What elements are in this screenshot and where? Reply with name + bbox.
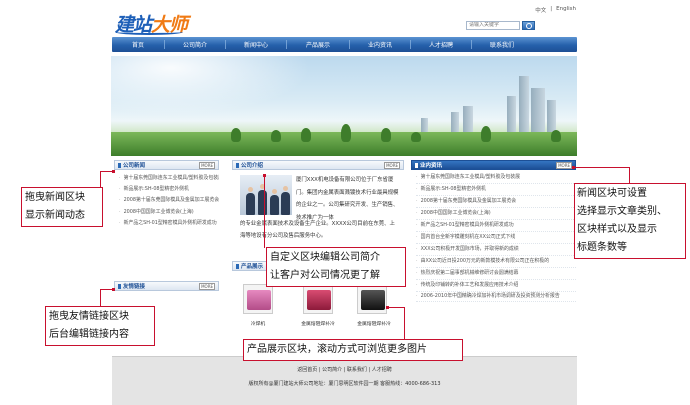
company-news-header: 公司新闻 MORE <box>114 160 219 170</box>
company-photo <box>240 175 292 215</box>
nav-item-contact[interactable]: 联系我们 <box>472 37 532 52</box>
friend-links-more-button[interactable]: MORE <box>199 282 215 290</box>
product-caption[interactable]: 金属熔阻焊补冷 <box>348 320 400 327</box>
product-image[interactable] <box>303 284 333 314</box>
nav-item-products[interactable]: 产品展示 <box>287 37 349 52</box>
search-box <box>466 20 576 30</box>
news-item[interactable]: 第十届东莞国际连东工业模具/塑料胶及包装展 <box>119 173 219 184</box>
company-news-more-button[interactable]: MORE <box>199 161 215 169</box>
industry-item[interactable]: 新产品之SH-01型精密模具外侧机研发成功 <box>416 220 576 232</box>
industry-news-list: 第十届东莞国际连东工业模具/塑料胶及包装展 新品展示:SH-08型精密外侧机 2… <box>411 170 576 302</box>
company-intro-panel: 公司介绍 MORE <box>232 160 404 170</box>
products-title: 产品展示 <box>236 262 263 270</box>
industry-item[interactable]: 由XX公司近日投200万元的新款模技术有限公司正在积极的 <box>416 256 576 268</box>
callout-leader <box>100 289 101 306</box>
company-intro-title: 公司介绍 <box>236 161 263 169</box>
main-nav: 首页 公司简介 新闻中心 产品展示 业内资讯 人才招聘 联系我们 <box>112 37 577 52</box>
industry-news-title: 业内资讯 <box>415 161 442 169</box>
nav-item-industry[interactable]: 业内资讯 <box>350 37 410 52</box>
callout-leader <box>629 167 630 183</box>
callout-anchor <box>112 170 115 173</box>
search-input[interactable] <box>466 20 520 30</box>
product-image[interactable] <box>357 284 387 314</box>
news-item[interactable]: 2008第十届东莞国际模具及金属加工展览会 <box>119 195 219 206</box>
product-caption[interactable]: 冷焊机 <box>240 320 276 327</box>
nav-item-jobs[interactable]: 人才招聘 <box>411 37 471 52</box>
industry-item[interactable]: 第十届东莞国际连东工业模具/塑料胶及包装展 <box>416 172 576 184</box>
callout-anchor <box>263 174 266 177</box>
nav-item-news[interactable]: 新闻中心 <box>226 37 286 52</box>
lang-separator: | <box>550 6 553 12</box>
callout-products: 产品展示区块，滚动方式可浏览更多图片 <box>243 339 463 361</box>
industry-item[interactable]: 2006-2010年中国精确冷焊加补机市场调研及投资预测分析报告 <box>416 292 576 302</box>
callout-anchor <box>386 306 389 309</box>
callout-anchor <box>572 166 575 169</box>
industry-news-panel: 业内资讯 MORE 第十届东莞国际连东工业模具/塑料胶及包装展 新品展示:SH-… <box>411 160 576 302</box>
callout-anchor <box>112 288 115 291</box>
callout-leader <box>264 176 265 248</box>
industry-news-header: 业内资讯 MORE <box>411 160 576 170</box>
search-button[interactable] <box>522 20 535 30</box>
friend-links-title: 友情链接 <box>118 282 145 290</box>
industry-news-more-button[interactable]: MORE <box>556 161 572 169</box>
nav-item-home[interactable]: 首页 <box>112 37 164 52</box>
callout-company-intro: 自定义区块编辑公司简介 让客户对公司情况更了解 <box>266 247 406 287</box>
industry-item[interactable]: 新品展示:SH-08型精密外侧机 <box>416 184 576 196</box>
industry-item[interactable]: 2008第十届东莞国际模具及金属加工展览会 <box>416 196 576 208</box>
company-intro-header: 公司介绍 MORE <box>232 160 404 170</box>
footer-links[interactable]: 返回首页 | 公司简介 | 联系我们 | 人才招聘 <box>112 366 577 373</box>
industry-item[interactable]: XXX公司积极开发国际市场，并取得新的成绩 <box>416 244 576 256</box>
product-image[interactable] <box>243 284 273 314</box>
nav-item-about[interactable]: 公司简介 <box>165 37 225 52</box>
company-intro-more-button[interactable]: MORE <box>384 161 400 169</box>
logo-swoosh <box>115 29 183 35</box>
news-item[interactable]: 2008中国国际工业博览会(上海) <box>119 207 219 218</box>
lang-zh-link[interactable]: 中文 <box>535 6 546 14</box>
industry-item[interactable]: 国内首台全新字模雕刻机在XX公司正式下线 <box>416 232 576 244</box>
callout-leader <box>100 171 101 187</box>
company-news-list: 第十届东莞国际连东工业模具/塑料胶及包装展 新品展示:SH-08型精密外侧机 2… <box>114 170 219 229</box>
industry-item[interactable]: 2008中国国际工业博览会(上海) <box>416 208 576 220</box>
news-item[interactable]: 新产品之SH-01型精密模具外侧机研发成功 <box>119 218 219 229</box>
company-intro-text: 厦门XXX机电设备有限公司位于厂东省厦门。集团内金属表面溅镀技术行业最具规模的企… <box>296 177 399 221</box>
callout-friend-links: 拖曳友情链接区块 后台编辑链接内容 <box>45 306 155 346</box>
callout-leader <box>574 167 630 168</box>
callout-leader <box>388 307 405 308</box>
industry-item[interactable]: 热烈庆祝第二届事部机械维修研讨会圆满结幕 <box>416 268 576 280</box>
friend-links-panel: 友情链接 MORE <box>114 281 219 291</box>
language-switch: 中文 | English <box>535 6 576 14</box>
industry-item[interactable]: 传统及印铺转的补体工艺和发展应用技术介绍 <box>416 280 576 292</box>
hero-banner <box>111 56 577 156</box>
callout-leader <box>404 307 405 339</box>
footer-copyright: 版权所有@厦门建站大师公司地址：厦门思明区软件园一期 客服热线：4000-686… <box>248 381 441 387</box>
callout-industry-news: 新闻区块可设置 选择显示文章类别、 区块样式以及显示 标题条数等 <box>574 183 686 259</box>
friend-links-header: 友情链接 MORE <box>114 281 219 291</box>
product-caption[interactable]: 金属熔阻焊补冷 <box>290 320 346 327</box>
news-item[interactable]: 新品展示:SH-08型精密外侧机 <box>119 184 219 195</box>
company-news-title: 公司新闻 <box>118 161 145 169</box>
lang-en-link[interactable]: English <box>556 6 576 14</box>
callout-news-block: 拖曳新闻区块 显示新闻动态 <box>21 187 103 227</box>
company-news-panel: 公司新闻 MORE 第十届东莞国际连东工业模具/塑料胶及包装展 新品展示:SH-… <box>114 160 219 229</box>
